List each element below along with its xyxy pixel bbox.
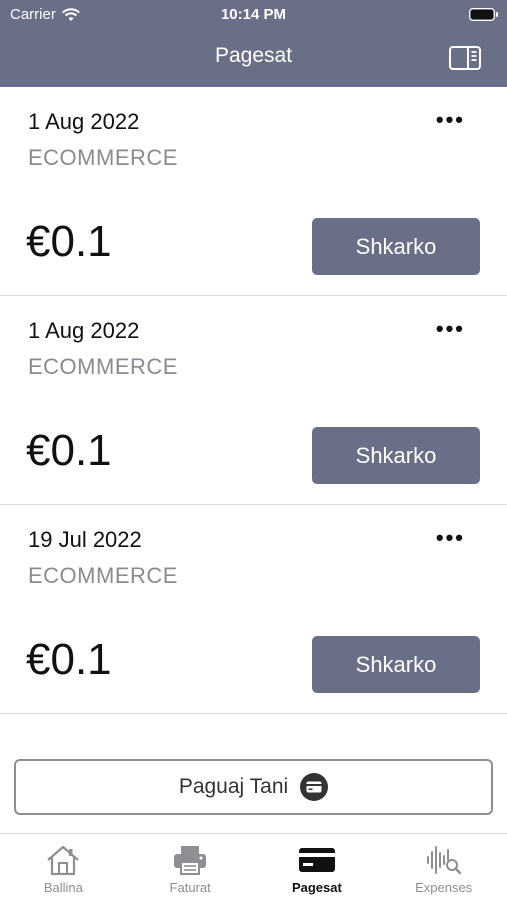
- more-options-icon[interactable]: •••: [436, 109, 465, 131]
- more-options-icon[interactable]: •••: [436, 527, 465, 549]
- payment-card: 1 Aug 2022 ECOMMERCE ••• €0.1 Shkarko: [0, 87, 507, 296]
- tab-bar: Ballina Faturat Pagesat Expenses: [0, 833, 507, 900]
- tab-pagesat[interactable]: Pagesat: [254, 834, 381, 900]
- pay-now-button[interactable]: Paguaj Tani: [14, 759, 493, 815]
- download-button[interactable]: Shkarko: [312, 427, 480, 484]
- payment-date: 1 Aug 2022: [28, 318, 140, 343]
- tab-label: Pagesat: [291, 880, 342, 895]
- payment-amount: €0.1: [26, 426, 112, 475]
- printer-icon: [170, 843, 210, 877]
- tab-label: Faturat: [169, 880, 211, 895]
- payment-type: ECOMMERCE: [28, 354, 178, 379]
- download-button[interactable]: Shkarko: [312, 218, 480, 275]
- tab-ballina[interactable]: Ballina: [0, 834, 127, 900]
- payment-card-partial: [0, 714, 507, 747]
- status-bar: Carrier 10:14 PM: [0, 0, 507, 30]
- tab-faturat[interactable]: Faturat: [127, 834, 254, 900]
- payment-card: 1 Aug 2022 ECOMMERCE ••• €0.1 Shkarko: [0, 296, 507, 505]
- payment-type: ECOMMERCE: [28, 563, 178, 588]
- credit-card-icon: [297, 843, 337, 877]
- battery-icon: [469, 8, 498, 21]
- more-options-icon[interactable]: •••: [436, 318, 465, 340]
- payment-date: 1 Aug 2022: [28, 109, 140, 134]
- home-icon: [43, 843, 83, 877]
- payment-amount: €0.1: [26, 635, 112, 684]
- payment-card: 19 Jul 2022 ECOMMERCE ••• €0.1 Shkarko: [0, 505, 507, 714]
- page-title: Pagesat: [214, 44, 293, 67]
- status-time: 10:14 PM: [220, 6, 287, 23]
- payment-amount: €0.1: [26, 217, 112, 266]
- download-button[interactable]: Shkarko: [312, 636, 480, 693]
- waveform-search-icon: [424, 843, 464, 877]
- tab-expenses[interactable]: Expenses: [380, 834, 507, 900]
- pay-area: Paguaj Tani: [0, 747, 507, 833]
- payment-type: ECOMMERCE: [28, 145, 178, 170]
- tab-label: Expenses: [415, 880, 473, 895]
- credit-card-icon: [300, 773, 329, 801]
- pay-now-label: Paguaj Tani: [178, 775, 289, 798]
- payments-list[interactable]: 1 Aug 2022 ECOMMERCE ••• €0.1 Shkarko 1 …: [0, 87, 507, 747]
- sidebar-toggle-icon[interactable]: [449, 46, 481, 70]
- payment-date: 19 Jul 2022: [28, 527, 142, 552]
- tab-label: Ballina: [43, 880, 83, 895]
- nav-header: Carrier 10:14 PM Pagesat: [0, 0, 507, 87]
